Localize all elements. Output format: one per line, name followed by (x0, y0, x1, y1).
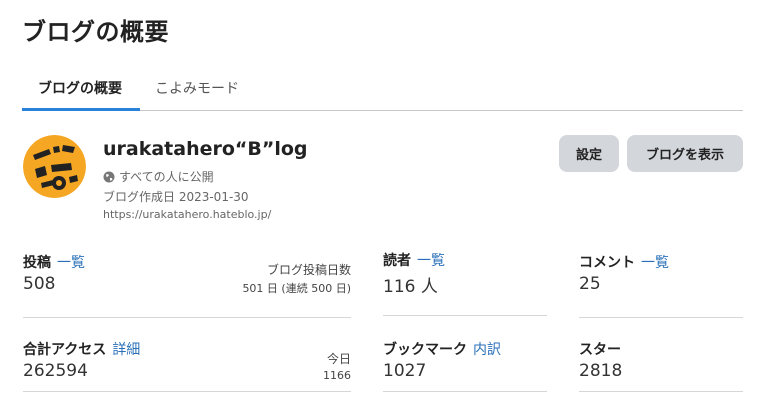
stat-total-access: 合計アクセス 詳細 262594 今日 1166 (23, 339, 351, 392)
visibility-status: すべての人に公開 (103, 168, 214, 185)
stat-readers: 読者 一覧 116 人 (383, 250, 547, 316)
stat-label: 投稿 一覧 (23, 255, 85, 271)
globe-icon (103, 171, 115, 182)
access-detail-link[interactable]: 詳細 (112, 342, 140, 358)
stat-stars: スター 2818 (579, 339, 743, 392)
stat-bookmarks: ブックマーク 内訳 1027 (383, 339, 547, 392)
stat-posts: 投稿 一覧 508 ブログ投稿日数 501 日 (連続 500 日) (23, 252, 351, 318)
tab-calendar-mode[interactable]: こよみモード (155, 78, 239, 98)
posting-days-value: 501 日 (連続 500 日) (242, 282, 351, 295)
stat-value: 25 (579, 274, 601, 294)
visibility-text: すべての人に公開 (119, 170, 214, 184)
stat-label: コメント 一覧 (579, 255, 669, 271)
bookmarks-breakdown-link[interactable]: 内訳 (473, 342, 501, 358)
stat-value: 116 人 (383, 277, 438, 297)
tab-overview[interactable]: ブログの概要 (38, 78, 122, 98)
settings-button[interactable]: 設定 (559, 135, 619, 172)
stat-label: ブックマーク 内訳 (383, 342, 501, 358)
active-tab-indicator (22, 108, 140, 111)
blog-name[interactable]: urakatahero“B”log (103, 138, 308, 160)
blog-url[interactable]: https://urakatahero.hateblo.jp/ (103, 208, 271, 221)
stat-value: 508 (23, 274, 56, 294)
posting-days-label: ブログ投稿日数 (266, 263, 351, 277)
page-title: ブログの概要 (22, 18, 169, 46)
comments-list-link[interactable]: 一覧 (641, 255, 669, 271)
today-label: 今日 (326, 352, 351, 366)
stat-value: 1027 (383, 361, 427, 381)
today-value: 1166 (323, 369, 351, 382)
stat-label: 合計アクセス 詳細 (23, 342, 141, 358)
stat-value: 262594 (23, 361, 88, 381)
posts-list-link[interactable]: 一覧 (57, 255, 85, 271)
tab-bar: ブログの概要 こよみモード (22, 70, 743, 111)
view-blog-button[interactable]: ブログを表示 (627, 135, 743, 172)
readers-list-link[interactable]: 一覧 (417, 253, 445, 269)
stat-value: 2818 (579, 361, 623, 381)
stat-label: スター (579, 342, 621, 358)
avatar[interactable] (23, 135, 86, 198)
stat-label: 読者 一覧 (383, 253, 445, 269)
stat-comments: コメント 一覧 25 (579, 252, 743, 318)
created-date: ブログ作成日 2023-01-30 (103, 190, 249, 204)
